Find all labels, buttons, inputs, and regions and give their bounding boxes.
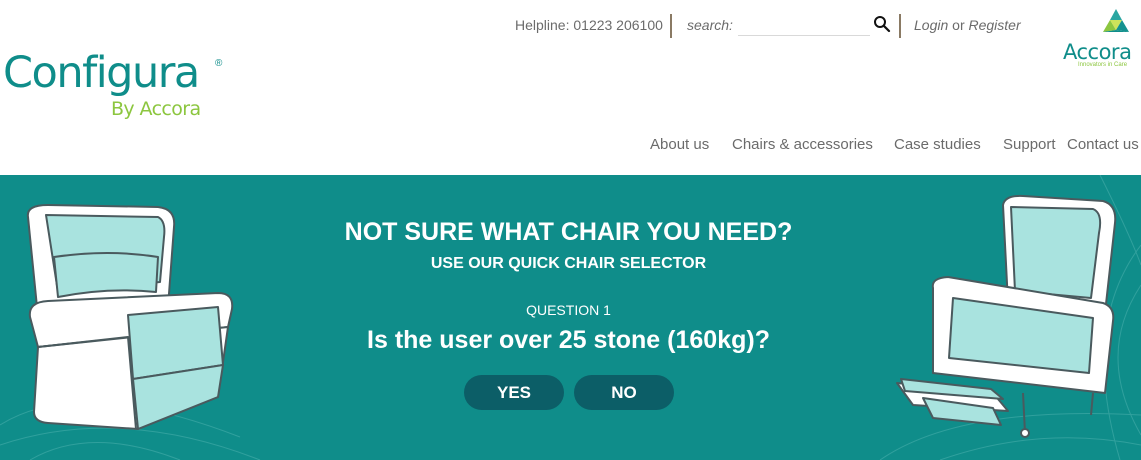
account-links: Login or Register (914, 17, 1021, 33)
accora-wordmark: Accora (1063, 40, 1132, 64)
nav-case-studies[interactable]: Case studies (894, 136, 981, 153)
question-text: Is the user over 25 stone (160kg)? (367, 326, 770, 354)
divider (670, 14, 672, 38)
yes-button[interactable]: YES (464, 375, 564, 410)
search-label: search: (687, 17, 733, 33)
logo-wordmark: Configura (3, 48, 200, 98)
logo-subtitle: By Accora (111, 98, 201, 120)
selector-subtitle: USE OUR QUICK CHAIR SELECTOR (430, 255, 707, 272)
nav-contact-us[interactable]: Contact us (1067, 136, 1139, 153)
nav-support[interactable]: Support (1003, 136, 1056, 153)
accora-logo[interactable]: Accora Innovators in Care (1060, 6, 1141, 76)
site-header: Configura ® By Accora Helpline: 01223 20… (0, 0, 1141, 175)
no-button[interactable]: NO (574, 375, 674, 410)
search-icon[interactable] (873, 15, 891, 33)
nav-about-us[interactable]: About us (650, 136, 709, 153)
recliner-chair-illustration (26, 204, 234, 430)
question-number: QUESTION 1 (526, 302, 611, 318)
selector-title: NOT SURE WHAT CHAIR YOU NEED? (344, 218, 793, 246)
login-link[interactable]: Login (914, 17, 948, 33)
divider (899, 14, 901, 38)
configura-logo[interactable]: Configura ® By Accora (3, 48, 233, 124)
nav-chairs-accessories[interactable]: Chairs & accessories (732, 136, 873, 153)
chair-selector-banner: NOT SURE WHAT CHAIR YOU NEED? USE OUR QU… (0, 175, 1141, 460)
register-link[interactable]: Register (969, 17, 1021, 33)
helpline-text: Helpline: 01223 206100 (515, 17, 663, 33)
search-input[interactable] (738, 14, 870, 36)
reclined-chair-illustration (896, 194, 1117, 438)
or-text: or (952, 17, 965, 33)
accora-triangle-icon (1103, 9, 1129, 32)
logo-registered-mark: ® (215, 58, 223, 69)
accora-tagline: Innovators in Care (1078, 62, 1128, 68)
